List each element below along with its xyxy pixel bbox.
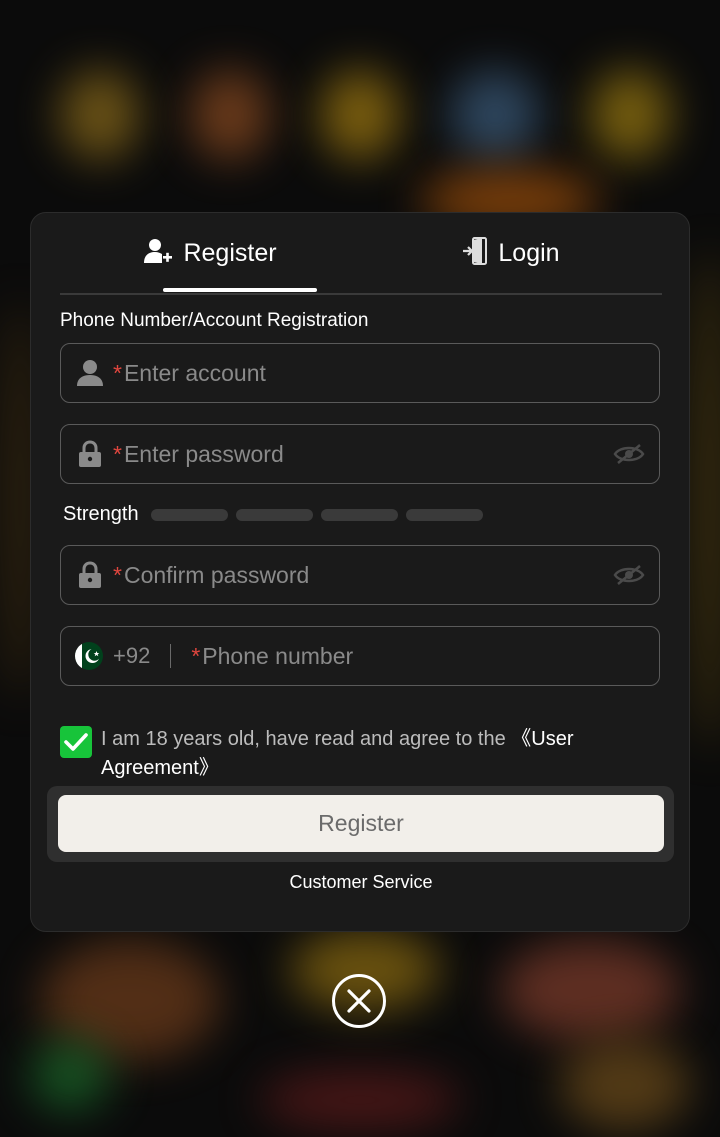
account-placeholder: Enter account: [123, 359, 266, 386]
active-tab-indicator: [163, 288, 317, 292]
strength-segment-3: [320, 508, 398, 521]
close-button[interactable]: [332, 974, 386, 1028]
required-mark: *: [113, 440, 122, 467]
required-mark: *: [113, 561, 122, 588]
confirm-password-placeholder: Confirm password: [123, 561, 310, 588]
agreement-row: I am 18 years old, have read and agree t…: [60, 725, 630, 783]
tab-register[interactable]: Register: [60, 213, 360, 293]
customer-service-link[interactable]: Customer Service: [31, 872, 691, 893]
account-input[interactable]: * Enter account: [113, 344, 659, 402]
strength-segment-2: [235, 508, 313, 521]
dial-code[interactable]: +92: [113, 643, 150, 669]
eye-slash-icon[interactable]: [613, 442, 645, 466]
register-modal: Register Login Phone Number/Account Regi…: [30, 212, 690, 932]
pakistan-flag-icon[interactable]: [75, 642, 103, 670]
required-mark: *: [113, 359, 122, 386]
dial-divider: [170, 644, 172, 668]
strength-segment-1: [150, 508, 228, 521]
section-title: Phone Number/Account Registration: [60, 310, 369, 331]
user-plus-icon: [143, 237, 173, 270]
password-field[interactable]: * Enter password: [60, 424, 660, 484]
account-field[interactable]: * Enter account: [60, 343, 660, 403]
phone-field[interactable]: +92 * Phone number: [60, 626, 660, 686]
close-icon: [347, 989, 371, 1013]
phone-input[interactable]: * Phone number: [191, 627, 659, 685]
eye-slash-icon[interactable]: [613, 563, 645, 587]
agreement-checkbox[interactable]: [60, 726, 92, 758]
strength-segment-4: [405, 508, 483, 521]
register-button[interactable]: Register: [58, 795, 664, 852]
strength-label: Strength: [63, 503, 139, 525]
lock-icon: [75, 439, 105, 469]
phone-placeholder: Phone number: [202, 642, 354, 669]
confirm-password-field[interactable]: * Confirm password: [60, 545, 660, 605]
login-door-icon: [462, 236, 488, 270]
check-icon: [64, 733, 88, 751]
password-placeholder: Enter password: [123, 440, 284, 467]
confirm-password-input[interactable]: * Confirm password: [113, 546, 613, 604]
tab-register-label: Register: [183, 238, 277, 267]
agreement-statement: I am 18 years old, have read and agree t…: [101, 728, 512, 750]
tab-login-label: Login: [498, 238, 560, 267]
lock-icon: [75, 560, 105, 590]
password-strength: Strength: [63, 503, 483, 526]
required-mark: *: [191, 642, 201, 669]
tab-login[interactable]: Login: [360, 213, 662, 293]
agreement-text: I am 18 years old, have read and agree t…: [101, 725, 630, 783]
register-button-container: Register: [47, 786, 674, 862]
user-icon: [75, 358, 105, 388]
auth-tabs: Register Login: [60, 213, 662, 295]
password-input[interactable]: * Enter password: [113, 425, 613, 483]
